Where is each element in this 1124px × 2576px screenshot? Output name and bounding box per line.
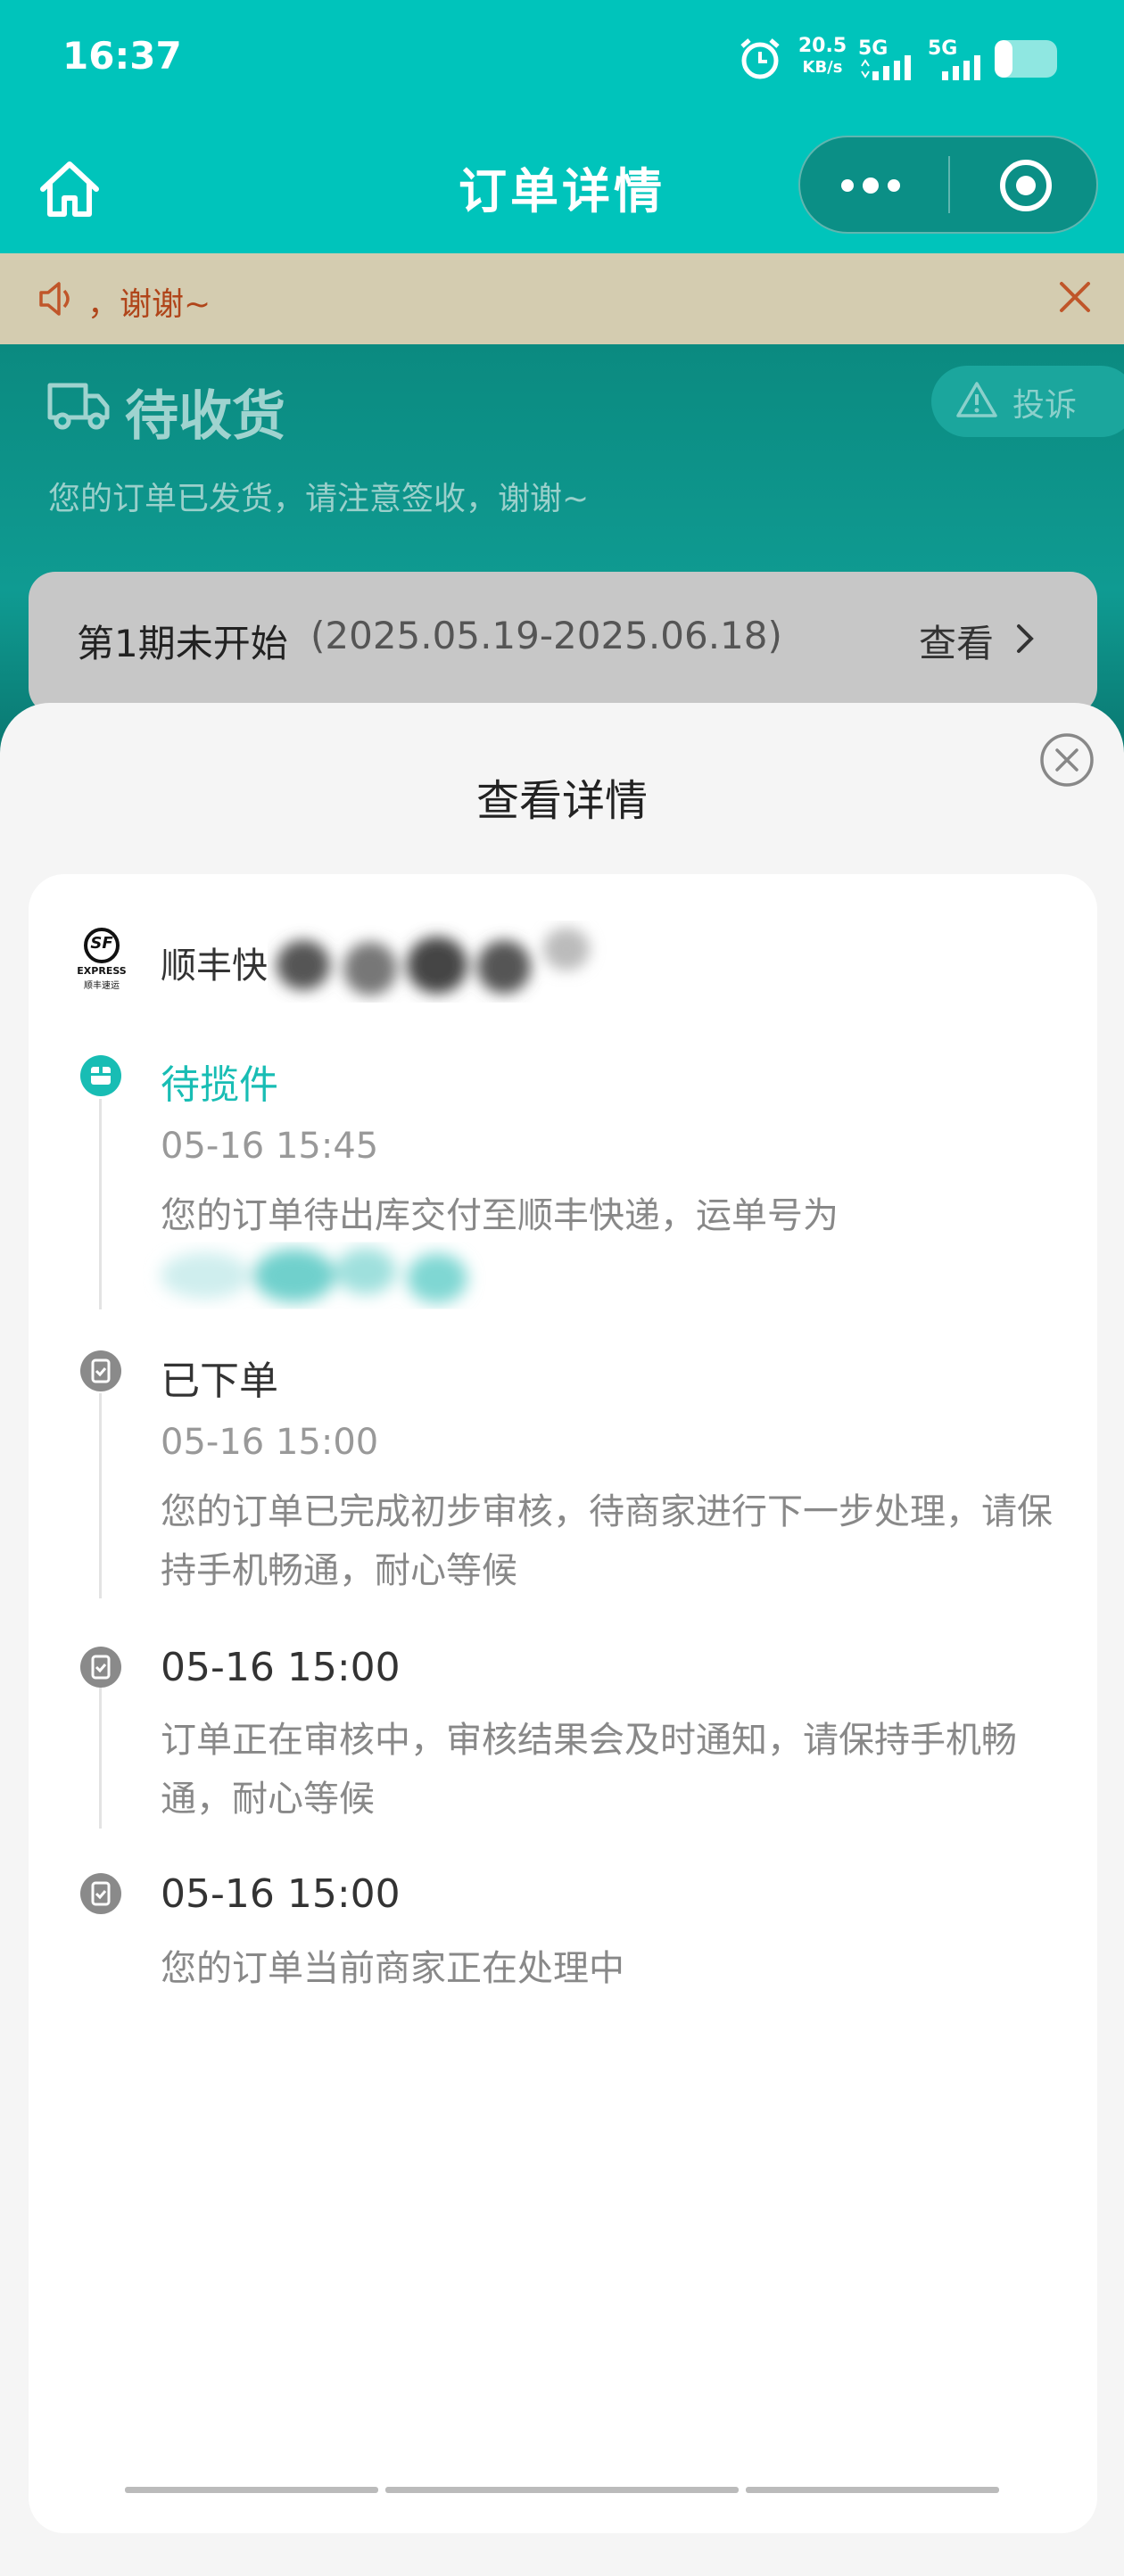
timeline-connector — [99, 1393, 102, 1598]
scroll-indicator — [125, 2487, 999, 2493]
document-icon — [80, 1647, 121, 1688]
chevron-right-icon — [1017, 624, 1034, 653]
speaker-icon — [39, 282, 70, 316]
alarm-icon — [740, 38, 780, 79]
more-button[interactable] — [830, 153, 928, 216]
sheet-title: 查看详情 — [475, 776, 648, 826]
capsule-divider — [948, 156, 950, 213]
sf-express-logo: SF EXPRESS 顺丰速运 — [73, 926, 130, 992]
event-desc: 您的订单已完成初步审核，待商家进行下一步处理，请保持手机畅通，耐心等候 — [161, 1491, 1053, 1591]
signal-2-icon — [942, 55, 980, 80]
event-time: 05-16 15:00 — [161, 1422, 379, 1463]
tracking-card — [29, 874, 1097, 2533]
status-time: 16:37 — [62, 34, 182, 78]
sheet-close-button[interactable] — [1038, 731, 1095, 788]
redacted-waybill-number — [161, 1248, 467, 1303]
notice-text: ，谢谢~ — [87, 286, 211, 323]
net-speed: 20.5 KB/s — [798, 35, 847, 78]
warning-icon — [956, 382, 997, 417]
event-desc: 订单正在审核中，审核结果会及时通知，请保持手机畅通，耐心等候 — [161, 1720, 1017, 1820]
timeline-connector — [99, 1682, 102, 1829]
event-title: 05-16 15:00 — [161, 1645, 401, 1690]
document-icon — [80, 1350, 121, 1391]
package-icon — [80, 1055, 121, 1096]
order-status-desc: 您的订单已发货，请注意签收，谢谢~ — [48, 481, 590, 517]
installment-range: (2025.05.19-2025.06.18) — [310, 614, 782, 657]
installment-label: 第1期未开始 — [77, 622, 288, 665]
signal-1-icon — [861, 55, 911, 80]
battery-icon — [995, 40, 1057, 78]
event-desc: 您的订单当前商家正在处理中 — [161, 1948, 624, 1989]
installment-view-link[interactable]: 查看 — [919, 614, 994, 668]
event-title: 已下单 — [161, 1358, 278, 1404]
close-miniprogram-button[interactable] — [981, 153, 1070, 216]
document-icon — [80, 1873, 121, 1914]
event-time: 05-16 15:45 — [161, 1126, 379, 1167]
complaint-label: 投诉 — [1012, 387, 1078, 424]
truck-icon — [47, 383, 110, 430]
order-status-title: 待收货 — [125, 385, 285, 448]
event-title: 05-16 15:00 — [161, 1871, 401, 1917]
notice-close-icon[interactable] — [1053, 275, 1097, 319]
event-title: 待揽件 — [161, 1062, 278, 1108]
timeline-connector — [99, 1099, 102, 1309]
redacted-tracking-number — [268, 919, 642, 1008]
